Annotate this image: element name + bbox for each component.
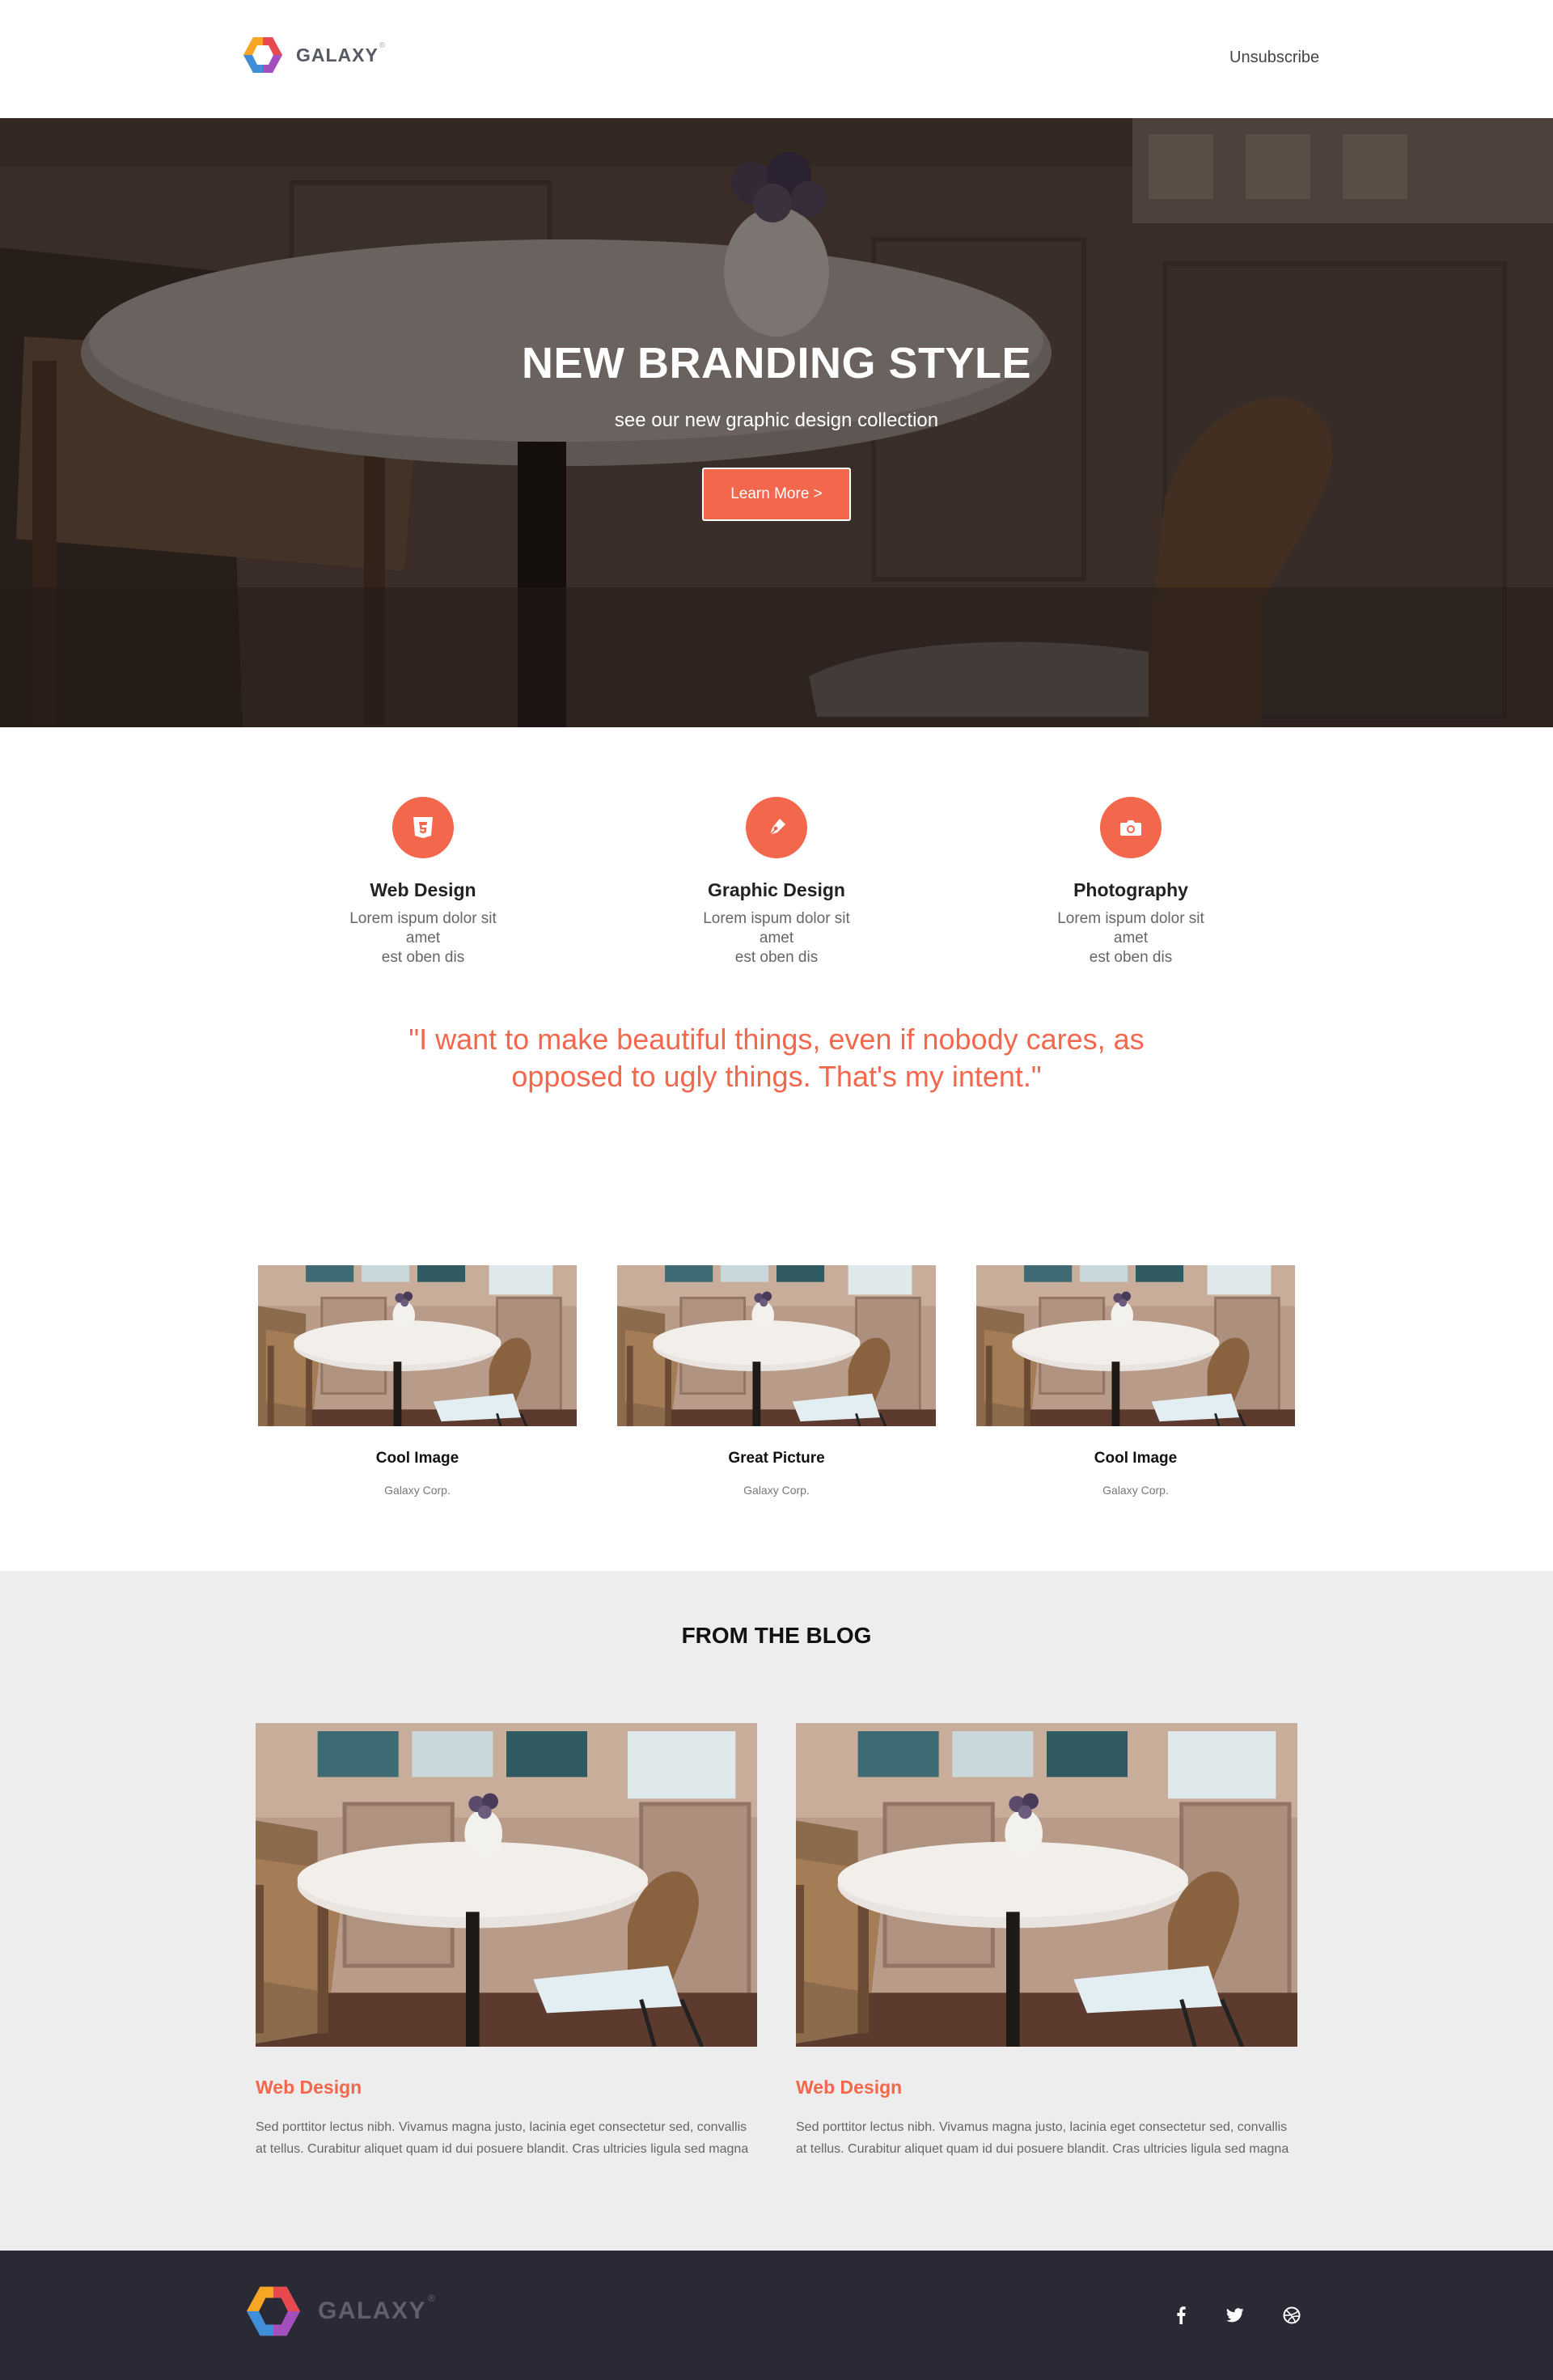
gallery-caption: Galaxy Corp. [1102, 1484, 1169, 1497]
blog-heading: FROM THE BLOG [681, 1623, 872, 1648]
blog-post-excerpt: Sed porttitor lectus nibh. Vivamus magna… [256, 2120, 749, 2156]
gallery-image[interactable] [258, 1265, 577, 1426]
service-title: Graphic Design [708, 879, 845, 900]
header: GALAXY® Unsubscribe [0, 0, 1553, 118]
email-page: GALAXY® Unsubscribe NEW BRANDING STYLE s… [0, 0, 1553, 2380]
pen-icon [746, 797, 807, 858]
blog-section: FROM THE BLOG Web Design Sed porttitor l… [0, 1571, 1553, 2251]
camera-icon [1100, 797, 1162, 858]
service-description: Lorem ispum dolor sit amet est oben dis [1057, 910, 1204, 966]
blog-post-title[interactable]: Web Design [256, 2077, 757, 2098]
blog-post-excerpt: Sed porttitor lectus nibh. Vivamus magna… [796, 2120, 1289, 2156]
gallery-item[interactable]: Great Picture Galaxy Corp. [617, 1265, 936, 1497]
hero-title: NEW BRANDING STYLE [522, 339, 1031, 387]
blog-post-image[interactable] [796, 1723, 1297, 2047]
blog-post-title[interactable]: Web Design [796, 2077, 1297, 2098]
blog-post-image[interactable] [256, 1723, 757, 2047]
html5-icon [392, 797, 454, 858]
gallery-image[interactable] [976, 1265, 1295, 1426]
dribbble-icon[interactable] [1280, 2304, 1303, 2327]
service-web-design: Web Design Lorem ispum dolor sit amet est… [302, 797, 544, 968]
galaxy-logo-icon [247, 2286, 300, 2336]
service-graphic-design: Graphic Design Lorem ispum dolor sit ame… [655, 797, 898, 968]
gallery-caption: Galaxy Corp. [743, 1484, 810, 1497]
service-title: Photography [1073, 879, 1188, 900]
logo[interactable]: GALAXY® [243, 36, 386, 74]
quote-text: "I want to make beautiful things, even i… [408, 1023, 1145, 1093]
footer: GALAXY ® [0, 2251, 1553, 2380]
twitter-icon[interactable] [1224, 2304, 1246, 2327]
footer-logo[interactable]: GALAXY ® [245, 2285, 436, 2338]
galaxy-logo-icon [243, 37, 282, 73]
hero-banner: NEW BRANDING STYLE see our new graphic d… [0, 118, 1553, 727]
gallery-title: Cool Image [375, 1450, 459, 1467]
unsubscribe-link[interactable]: Unsubscribe [1229, 49, 1319, 67]
gallery-image[interactable] [617, 1265, 936, 1426]
gallery-title: Cool Image [1094, 1450, 1178, 1467]
brand-name: GALAXY® [296, 40, 387, 66]
learn-more-button[interactable]: Learn More > [702, 468, 851, 521]
service-photography: Photography Lorem ispum dolor sit amet es… [1009, 797, 1252, 968]
service-description: Lorem ispum dolor sit amet est oben dis [349, 910, 497, 966]
hero-subtitle: see our new graphic design collection [614, 409, 939, 431]
blog-post[interactable]: Web Design Sed porttitor lectus nibh. Vi… [796, 1723, 1297, 2160]
footer-brand-name: GALAXY ® [318, 2293, 437, 2324]
service-description: Lorem ispum dolor sit amet est oben dis [703, 910, 850, 966]
gallery-item[interactable]: Cool Image Galaxy Corp. [976, 1265, 1295, 1497]
facebook-icon[interactable] [1170, 2304, 1192, 2327]
service-title: Web Design [370, 879, 476, 900]
gallery-item[interactable]: Cool Image Galaxy Corp. [258, 1265, 577, 1497]
gallery-caption: Galaxy Corp. [384, 1484, 451, 1497]
blog-post[interactable]: Web Design Sed porttitor lectus nibh. Vi… [256, 1723, 757, 2160]
gallery-title: Great Picture [728, 1450, 825, 1467]
